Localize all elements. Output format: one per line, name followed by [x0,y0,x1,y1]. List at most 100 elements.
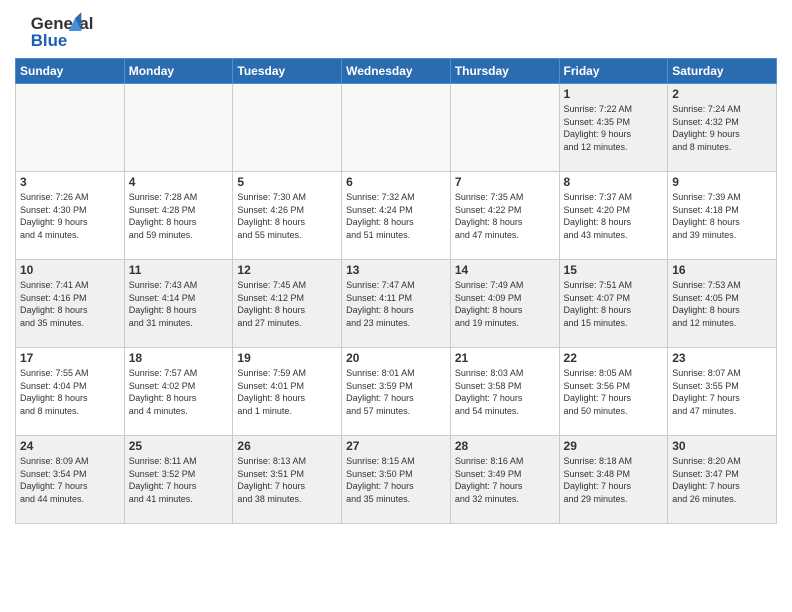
calendar-cell: 10 Sunrise: 7:41 AM Sunset: 4:16 PM Dayli… [16,260,125,348]
day-info: Sunrise: 7:47 AM Sunset: 4:11 PM Dayligh… [346,279,446,329]
day-info: Sunrise: 7:57 AM Sunset: 4:02 PM Dayligh… [129,367,229,417]
weekday-header-monday: Monday [124,59,233,84]
day-info: Sunrise: 8:13 AM Sunset: 3:51 PM Dayligh… [237,455,337,505]
calendar-cell: 16 Sunrise: 7:53 AM Sunset: 4:05 PM Dayli… [668,260,777,348]
calendar-cell: 3 Sunrise: 7:26 AM Sunset: 4:30 PM Daylig… [16,172,125,260]
weekday-header-wednesday: Wednesday [342,59,451,84]
logo-icon: General Blue [15,10,95,50]
day-info: Sunrise: 8:20 AM Sunset: 3:47 PM Dayligh… [672,455,772,505]
logo: General Blue [15,10,99,50]
calendar-cell: 1Sunrise: 7:22 AM Sunset: 4:35 PM Daylig… [559,84,668,172]
day-number: 2 [672,87,772,101]
calendar-row-4: 24Sunrise: 8:09 AM Sunset: 3:54 PM Dayli… [16,436,777,524]
day-number: 11 [129,263,229,277]
calendar-cell: 2Sunrise: 7:24 AM Sunset: 4:32 PM Daylig… [668,84,777,172]
calendar-cell: 26 Sunrise: 8:13 AM Sunset: 3:51 PM Dayli… [233,436,342,524]
calendar-cell [124,84,233,172]
day-info: Sunrise: 7:35 AM Sunset: 4:22 PM Dayligh… [455,191,555,241]
day-number: 12 [237,263,337,277]
day-number: 15 [564,263,664,277]
day-info: Sunrise: 7:41 AM Sunset: 4:16 PM Dayligh… [20,279,120,329]
day-number: 23 [672,351,772,365]
day-info: Sunrise: 8:16 AM Sunset: 3:49 PM Dayligh… [455,455,555,505]
calendar-cell: 6 Sunrise: 7:32 AM Sunset: 4:24 PM Daylig… [342,172,451,260]
day-number: 8 [564,175,664,189]
day-number: 17 [20,351,120,365]
day-info: Sunrise: 7:39 AM Sunset: 4:18 PM Dayligh… [672,191,772,241]
day-number: 9 [672,175,772,189]
calendar-cell: 18 Sunrise: 7:57 AM Sunset: 4:02 PM Dayli… [124,348,233,436]
calendar-cell [233,84,342,172]
calendar-cell: 22 Sunrise: 8:05 AM Sunset: 3:56 PM Dayli… [559,348,668,436]
calendar-cell: 30 Sunrise: 8:20 AM Sunset: 3:47 PM Dayli… [668,436,777,524]
calendar-cell: 14 Sunrise: 7:49 AM Sunset: 4:09 PM Dayli… [450,260,559,348]
day-number: 21 [455,351,555,365]
day-info: Sunrise: 8:01 AM Sunset: 3:59 PM Dayligh… [346,367,446,417]
calendar-table: SundayMondayTuesdayWednesdayThursdayFrid… [15,58,777,524]
day-number: 30 [672,439,772,453]
day-info: Sunrise: 7:43 AM Sunset: 4:14 PM Dayligh… [129,279,229,329]
day-number: 29 [564,439,664,453]
calendar-cell [342,84,451,172]
day-info: Sunrise: 7:28 AM Sunset: 4:28 PM Dayligh… [129,191,229,241]
day-info: Sunrise: 8:11 AM Sunset: 3:52 PM Dayligh… [129,455,229,505]
weekday-header-friday: Friday [559,59,668,84]
calendar-row-1: 3 Sunrise: 7:26 AM Sunset: 4:30 PM Daylig… [16,172,777,260]
day-info: Sunrise: 8:05 AM Sunset: 3:56 PM Dayligh… [564,367,664,417]
day-number: 27 [346,439,446,453]
calendar-cell: 29 Sunrise: 8:18 AM Sunset: 3:48 PM Dayli… [559,436,668,524]
day-number: 16 [672,263,772,277]
day-number: 3 [20,175,120,189]
calendar-row-0: 1Sunrise: 7:22 AM Sunset: 4:35 PM Daylig… [16,84,777,172]
day-info: Sunrise: 7:32 AM Sunset: 4:24 PM Dayligh… [346,191,446,241]
weekday-header-row: SundayMondayTuesdayWednesdayThursdayFrid… [16,59,777,84]
day-info: Sunrise: 8:09 AM Sunset: 3:54 PM Dayligh… [20,455,120,505]
day-number: 7 [455,175,555,189]
day-info: Sunrise: 7:30 AM Sunset: 4:26 PM Dayligh… [237,191,337,241]
day-info: Sunrise: 7:26 AM Sunset: 4:30 PM Dayligh… [20,191,120,241]
calendar-cell: 8Sunrise: 7:37 AM Sunset: 4:20 PM Daylig… [559,172,668,260]
calendar-cell: 4 Sunrise: 7:28 AM Sunset: 4:28 PM Daylig… [124,172,233,260]
day-number: 26 [237,439,337,453]
page: General Blue SundayMondayTuesdayWednesda… [0,0,792,612]
day-number: 10 [20,263,120,277]
day-number: 18 [129,351,229,365]
day-number: 4 [129,175,229,189]
calendar-cell: 23 Sunrise: 8:07 AM Sunset: 3:55 PM Dayli… [668,348,777,436]
day-info: Sunrise: 7:49 AM Sunset: 4:09 PM Dayligh… [455,279,555,329]
weekday-header-sunday: Sunday [16,59,125,84]
calendar-cell: 13Sunrise: 7:47 AM Sunset: 4:11 PM Dayli… [342,260,451,348]
calendar-cell: 27 Sunrise: 8:15 AM Sunset: 3:50 PM Dayli… [342,436,451,524]
day-info: Sunrise: 8:03 AM Sunset: 3:58 PM Dayligh… [455,367,555,417]
calendar-cell: 17 Sunrise: 7:55 AM Sunset: 4:04 PM Dayli… [16,348,125,436]
day-info: Sunrise: 7:51 AM Sunset: 4:07 PM Dayligh… [564,279,664,329]
svg-text:Blue: Blue [31,31,67,50]
calendar-cell: 12 Sunrise: 7:45 AM Sunset: 4:12 PM Dayli… [233,260,342,348]
calendar-cell: 25 Sunrise: 8:11 AM Sunset: 3:52 PM Dayli… [124,436,233,524]
day-number: 22 [564,351,664,365]
day-number: 14 [455,263,555,277]
weekday-header-saturday: Saturday [668,59,777,84]
calendar-cell: 15 Sunrise: 7:51 AM Sunset: 4:07 PM Dayli… [559,260,668,348]
day-info: Sunrise: 7:53 AM Sunset: 4:05 PM Dayligh… [672,279,772,329]
calendar-cell: 21 Sunrise: 8:03 AM Sunset: 3:58 PM Dayli… [450,348,559,436]
day-info: Sunrise: 8:15 AM Sunset: 3:50 PM Dayligh… [346,455,446,505]
calendar-row-2: 10 Sunrise: 7:41 AM Sunset: 4:16 PM Dayli… [16,260,777,348]
day-number: 20 [346,351,446,365]
day-info: Sunrise: 8:18 AM Sunset: 3:48 PM Dayligh… [564,455,664,505]
calendar-cell [16,84,125,172]
calendar-cell: 28 Sunrise: 8:16 AM Sunset: 3:49 PM Dayli… [450,436,559,524]
calendar-cell: 9 Sunrise: 7:39 AM Sunset: 4:18 PM Daylig… [668,172,777,260]
calendar-cell: 11 Sunrise: 7:43 AM Sunset: 4:14 PM Dayli… [124,260,233,348]
day-number: 25 [129,439,229,453]
day-info: Sunrise: 7:22 AM Sunset: 4:35 PM Dayligh… [564,103,664,153]
day-number: 28 [455,439,555,453]
day-info: Sunrise: 7:45 AM Sunset: 4:12 PM Dayligh… [237,279,337,329]
day-info: Sunrise: 8:07 AM Sunset: 3:55 PM Dayligh… [672,367,772,417]
calendar-cell: 20 Sunrise: 8:01 AM Sunset: 3:59 PM Dayli… [342,348,451,436]
day-number: 6 [346,175,446,189]
day-number: 19 [237,351,337,365]
calendar-cell: 19Sunrise: 7:59 AM Sunset: 4:01 PM Dayli… [233,348,342,436]
day-info: Sunrise: 7:55 AM Sunset: 4:04 PM Dayligh… [20,367,120,417]
calendar-cell: 5Sunrise: 7:30 AM Sunset: 4:26 PM Daylig… [233,172,342,260]
